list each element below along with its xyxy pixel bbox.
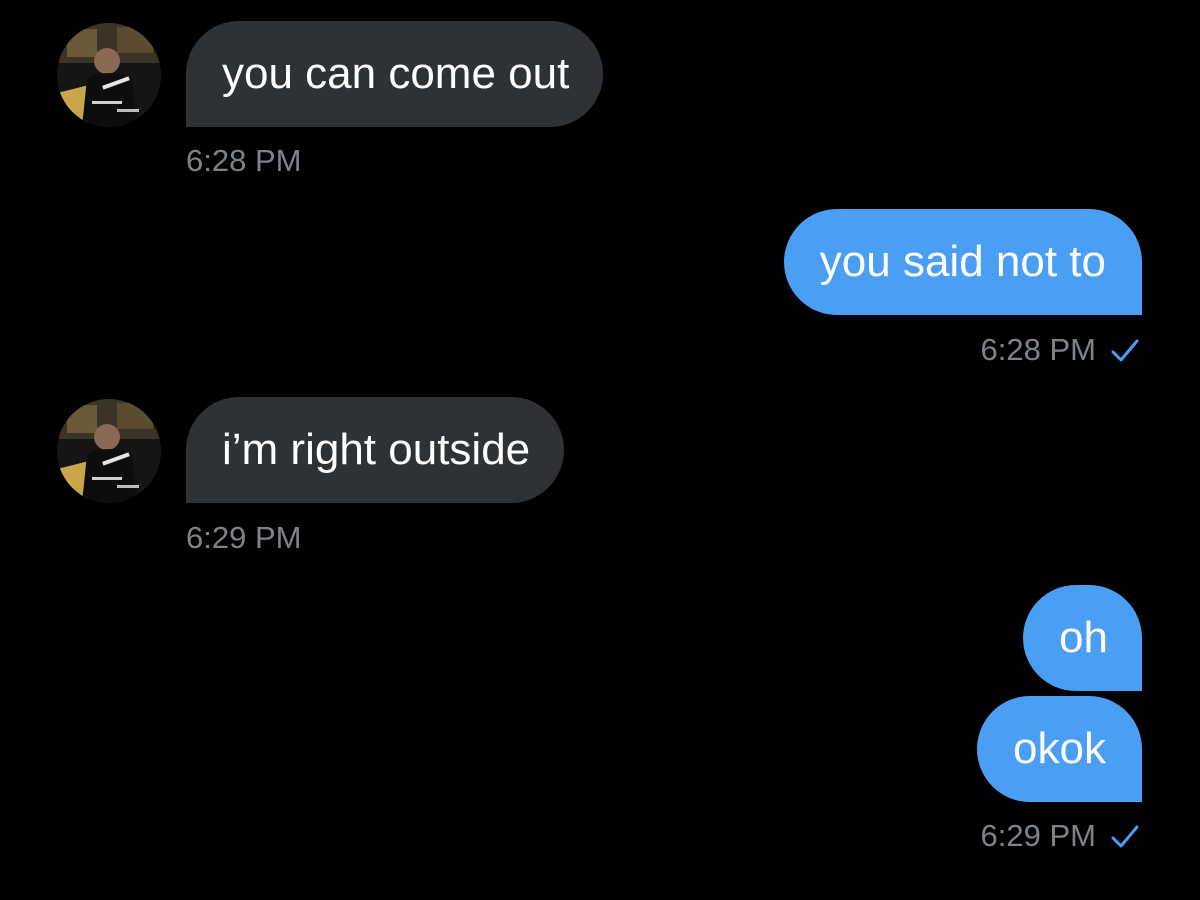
message-timestamp: 6:28 PM [186, 143, 302, 178]
checkmark-icon [1111, 339, 1139, 362]
incoming-message-bubble[interactable]: i’m right outside [186, 397, 565, 503]
checkmark-icon [1111, 825, 1139, 848]
dm-conversation: you can come out 6:28 PM you said not to… [0, 0, 1200, 900]
avatar-image [57, 23, 161, 127]
outgoing-message-bubble[interactable]: you said not to [783, 209, 1142, 315]
avatar[interactable] [57, 23, 161, 127]
message-timestamp: 6:29 PM [186, 520, 302, 555]
message-text: okok [1013, 724, 1106, 773]
avatar[interactable] [57, 399, 161, 503]
outgoing-message-bubble[interactable]: oh [1023, 585, 1142, 691]
message-timestamp: 6:28 PM [980, 332, 1096, 367]
message-text: i’m right outside [222, 425, 531, 474]
incoming-message-bubble[interactable]: you can come out [186, 21, 604, 127]
message-text: you said not to [819, 237, 1106, 286]
message-text: oh [1059, 613, 1108, 662]
message-timestamp: 6:29 PM [980, 818, 1096, 853]
message-text: you can come out [222, 49, 570, 98]
outgoing-message-bubble[interactable]: okok [977, 696, 1142, 802]
avatar-image [57, 399, 161, 503]
